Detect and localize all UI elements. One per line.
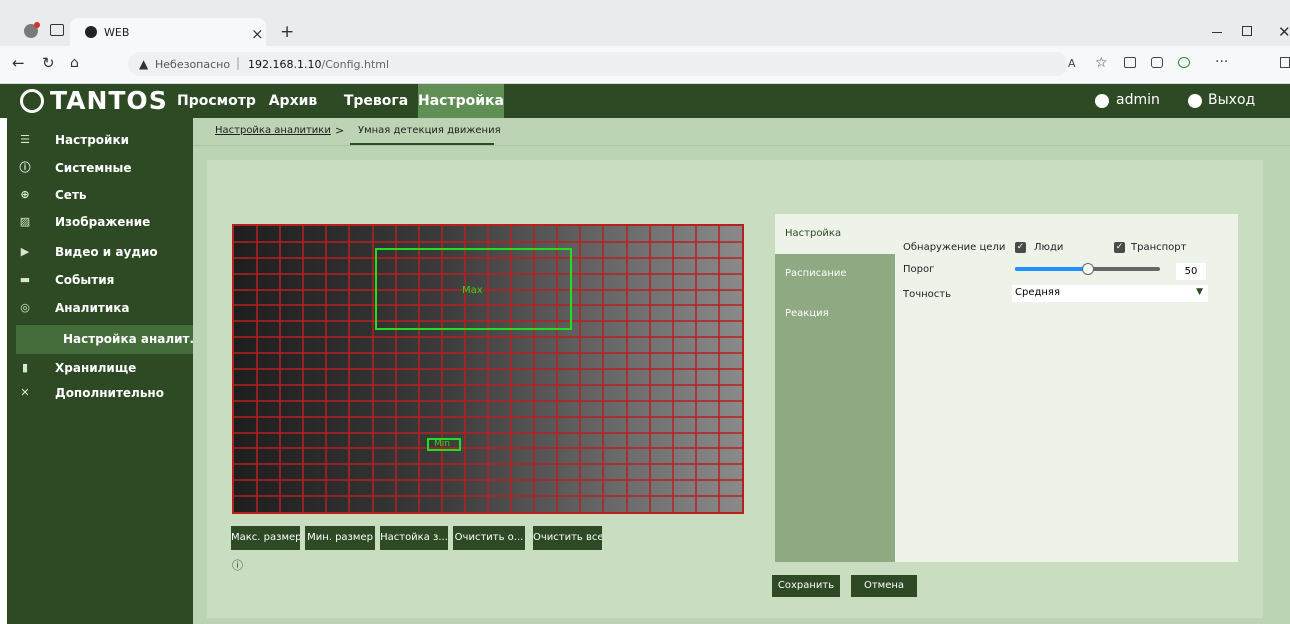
maximize-icon[interactable] <box>1242 26 1252 36</box>
info-icon: ⓘ <box>19 161 31 174</box>
extensions-icon[interactable] <box>1178 57 1190 68</box>
sidebar-item-label: Аналитика <box>55 301 130 315</box>
clear-zone-button[interactable]: Очистить о... <box>453 526 525 550</box>
sidebar-item-label: Дополнительно <box>55 386 164 400</box>
chevron-down-icon: ▼ <box>1196 287 1203 297</box>
url-separator: | <box>236 56 241 70</box>
tab-close-icon[interactable]: × <box>251 26 264 42</box>
sidebar-toggle-icon[interactable] <box>1280 57 1290 68</box>
minimize-icon[interactable] <box>1212 32 1222 33</box>
breadcrumb-separator: > <box>335 124 345 137</box>
read-aloud-icon[interactable]: A <box>1068 57 1076 70</box>
image-icon: ▨ <box>19 215 31 228</box>
brand-logo-icon <box>20 89 44 113</box>
transport-label: Транспорт <box>1131 242 1187 253</box>
threshold-value[interactable]: 50 <box>1176 263 1206 280</box>
notification-dot <box>34 22 40 28</box>
sidebar-item-advanced[interactable]: ✕ Дополнительно <box>16 379 193 407</box>
refresh-icon[interactable]: ↻ <box>42 55 55 71</box>
sidebar-item-video-audio[interactable]: ▶ Видео и аудио <box>16 238 193 266</box>
sidebar-item-analytics[interactable]: ◎ Аналитика <box>16 294 193 322</box>
url-text: 192.168.1.10/Config.html <box>248 58 389 71</box>
breadcrumb-current: Умная детекция движения <box>358 125 501 136</box>
analytics-icon: ◎ <box>20 301 30 314</box>
nav-alarm[interactable]: Тревога <box>341 84 411 118</box>
brand-logo: TANTOS <box>50 86 168 115</box>
sidebar-item-label: Изображение <box>55 215 151 229</box>
tab-favicon-icon <box>85 26 97 38</box>
events-icon: ▬ <box>19 273 31 286</box>
sidebar-item-network[interactable]: ⊕ Сеть <box>16 181 193 209</box>
people-label: Люди <box>1034 242 1064 253</box>
nav-view[interactable]: Просмотр <box>177 84 256 118</box>
max-size-button[interactable]: Макс. размер <box>231 526 300 550</box>
breadcrumb-parent-link[interactable]: Настройка аналитики <box>215 125 331 136</box>
threshold-slider-handle[interactable] <box>1082 263 1094 275</box>
menu-icon: ☰ <box>20 133 30 146</box>
back-icon[interactable]: ← <box>12 55 25 71</box>
collections-icon[interactable] <box>1151 57 1163 68</box>
nav-archive[interactable]: Архив <box>263 84 323 118</box>
accuracy-label: Точность <box>903 289 952 300</box>
globe-icon: ⊕ <box>20 188 30 201</box>
user-icon <box>1095 94 1109 108</box>
tab-actions-icon[interactable] <box>50 24 64 36</box>
threshold-slider-fill <box>1015 267 1088 271</box>
url-host: 192.168.1.10 <box>248 58 322 71</box>
tab-title: WEB <box>104 26 130 39</box>
sidebar-item-label: Видео и аудио <box>55 245 158 259</box>
cancel-button[interactable]: Отмена <box>851 575 917 597</box>
help-icon[interactable]: ⓘ <box>232 557 243 573</box>
transport-checkbox[interactable]: ✓ <box>1114 242 1125 253</box>
sidebar-edge <box>0 118 7 624</box>
sidebar-item-system[interactable]: ⓘ Системные <box>16 154 193 182</box>
accuracy-select[interactable]: Средняя ▼ <box>1012 285 1208 302</box>
save-button[interactable]: Сохранить <box>772 575 840 597</box>
logout-button[interactable]: Выход <box>1208 92 1255 108</box>
split-screen-icon[interactable] <box>1124 57 1136 68</box>
sidebar-item-image[interactable]: ▨ Изображение <box>16 208 193 236</box>
url-path: /Config.html <box>321 58 390 71</box>
sidebar-item-events[interactable]: ▬ События <box>16 266 193 294</box>
logout-icon <box>1188 94 1202 108</box>
threshold-label: Порог <box>903 264 935 275</box>
max-zone-label: Max <box>462 285 483 296</box>
home-icon[interactable]: ⌂ <box>70 55 79 71</box>
user-name[interactable]: admin <box>1116 92 1160 108</box>
sidebar-item-storage[interactable]: ▮ Хранилище <box>16 354 193 382</box>
browser-tab[interactable] <box>70 18 266 47</box>
detection-label: Обнаружение цели <box>903 242 1006 253</box>
close-window-icon[interactable]: ✕ <box>1278 24 1290 40</box>
tab-setup[interactable]: Настройка <box>775 214 895 254</box>
nav-settings[interactable]: Настройка <box>418 84 504 118</box>
storage-icon: ▮ <box>21 361 29 374</box>
video-icon: ▶ <box>20 245 30 258</box>
sidebar-item-label: Хранилище <box>55 361 137 375</box>
sidebar-item-label: Системные <box>55 161 132 175</box>
accuracy-selected-value: Средняя <box>1015 287 1060 298</box>
warning-icon: ▲ <box>139 57 149 71</box>
tab-reaction[interactable]: Реакция <box>775 294 895 334</box>
breadcrumb-active-underline <box>350 143 494 145</box>
security-label: Небезопасно <box>155 58 231 71</box>
min-size-button[interactable]: Мин. размер <box>305 526 375 550</box>
people-checkbox[interactable]: ✓ <box>1015 242 1026 253</box>
clear-all-button[interactable]: Очистить все <box>533 526 602 550</box>
favorite-star-icon[interactable]: ☆ <box>1095 55 1108 71</box>
zone-setup-button[interactable]: Настойка з... <box>380 526 448 550</box>
tab-schedule[interactable]: Расписание <box>775 254 895 294</box>
sidebar-item-label: Сеть <box>55 188 87 202</box>
sidebar-item-label: События <box>55 273 115 287</box>
tools-icon: ✕ <box>20 386 30 399</box>
sidebar-item-settings[interactable]: ☰ Настройки <box>16 126 193 154</box>
min-zone-label: Min <box>434 439 450 449</box>
sidebar-subitem-analytics-setup[interactable]: Настройка аналит... <box>16 325 193 354</box>
sidebar-item-label: Настройки <box>55 133 130 147</box>
new-tab-icon[interactable]: + <box>280 24 294 41</box>
more-menu-icon[interactable]: ··· <box>1215 54 1228 70</box>
